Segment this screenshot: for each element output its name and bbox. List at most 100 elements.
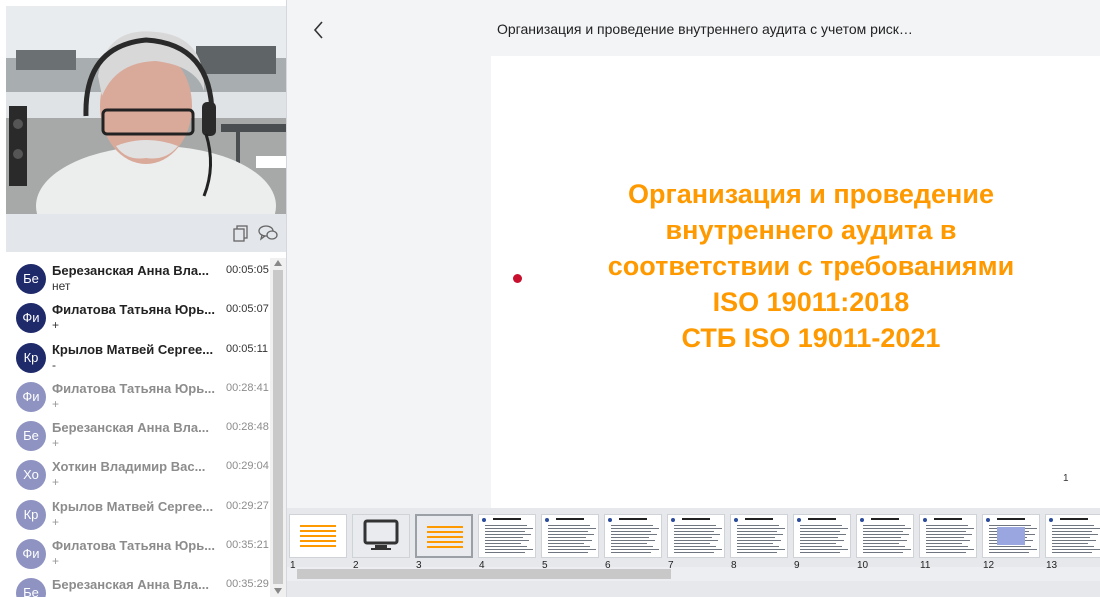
chat-message[interactable]: Бе Березанская Анна Вла... 00:05:05 нет xyxy=(6,258,270,297)
slide-thumbnail[interactable] xyxy=(667,514,725,558)
chat-message[interactable]: Бе Березанская Анна Вла... 00:35:29 + xyxy=(6,572,270,597)
thumbnail-number: 2 xyxy=(353,560,359,571)
thumbnail-number: 12 xyxy=(983,560,995,571)
sender-name: Хоткин Владимир Вас... xyxy=(52,459,206,475)
scroll-down-arrow-icon[interactable] xyxy=(274,588,282,594)
thumbnail-number: 13 xyxy=(1046,560,1058,571)
avatar: Кр xyxy=(16,342,46,373)
presentation-header: Организация и проведение внутреннего ауд… xyxy=(287,0,1100,56)
thumbnail-preview xyxy=(482,518,533,553)
message-text: + xyxy=(52,554,60,569)
sender-name: Крылов Матвей Сергее... xyxy=(52,341,214,357)
slide-thumbnail[interactable] xyxy=(604,514,662,558)
message-time: 00:28:48 xyxy=(226,421,269,434)
copy-icon[interactable] xyxy=(232,224,252,244)
thumbnail-preview xyxy=(986,518,1037,553)
slide-title-line: ISO 19011:2018 xyxy=(712,287,910,317)
message-text: + xyxy=(52,593,59,597)
slide-thumbnail[interactable] xyxy=(919,514,977,558)
avatar: Фи xyxy=(16,303,46,334)
chat-message[interactable]: Бе Березанская Анна Вла... 00:28:48 + xyxy=(6,415,270,454)
chat-message[interactable]: Фи Филатова Татьяна Юрь... 00:28:41 + xyxy=(6,376,270,415)
sender-name: Филатова Татьяна Юрь... xyxy=(52,380,216,396)
sender-name: Филатова Татьяна Юрь... xyxy=(52,538,216,554)
chat-message[interactable]: Фи Филатова Татьяна Юрь... 00:35:21 + xyxy=(6,533,270,572)
thumbnail-number: 3 xyxy=(416,560,422,571)
chat-message[interactable]: Кр Крылов Матвей Сергее... 00:05:11 - xyxy=(6,337,270,376)
slide-thumbnail[interactable] xyxy=(730,514,788,558)
chat-message[interactable]: Фи Филатова Татьяна Юрь... 00:05:07 + xyxy=(6,297,270,336)
sender-name: Березанская Анна Вла... xyxy=(52,420,209,436)
avatar: Бе xyxy=(16,264,46,294)
left-panel: Бе Березанская Анна Вла... 00:05:05 нет Фи Фи… xyxy=(0,0,287,597)
slide-thumbnail[interactable] xyxy=(982,514,1040,558)
thumbnail-preview xyxy=(545,518,596,553)
thumbnail-preview xyxy=(860,518,911,553)
slide-thumbnail[interactable] xyxy=(289,514,347,558)
thumbnail-number: 8 xyxy=(731,560,737,571)
message-time: 00:28:41 xyxy=(226,381,269,394)
avatar: Бе xyxy=(16,578,46,597)
slide-title-line: Организация и проведение xyxy=(628,179,994,209)
message-time: 00:35:21 xyxy=(226,539,269,552)
chat-list[interactable]: Бе Березанская Анна Вла... 00:05:05 нет Фи Фи… xyxy=(6,258,270,597)
message-text: + xyxy=(52,514,60,529)
webcam-frame xyxy=(6,6,286,214)
avatar: Фи xyxy=(16,539,46,570)
thumbnail-preview xyxy=(671,518,722,553)
slide-title-line: соответствии с требованиями xyxy=(607,251,1015,281)
avatar: Хо xyxy=(16,460,46,491)
slide-title: Организация и проведение внутреннего ауд… xyxy=(531,176,1091,356)
monitor-icon xyxy=(363,519,399,550)
message-text: + xyxy=(52,436,60,451)
slide-thumbnail[interactable] xyxy=(856,514,914,558)
thumbnail-number: 6 xyxy=(605,560,611,571)
webcam-video xyxy=(6,6,286,214)
slide-thumbnail[interactable] xyxy=(352,514,410,558)
slide-thumbnail[interactable] xyxy=(478,514,536,558)
message-time: 00:35:29 xyxy=(226,578,269,591)
slide-page-number: 1 xyxy=(1063,473,1069,484)
sender-name: Березанская Анна Вла... xyxy=(52,263,209,278)
slide-thumbnail[interactable] xyxy=(793,514,851,558)
laser-pointer-dot xyxy=(513,274,522,283)
back-chevron-icon[interactable] xyxy=(309,18,329,42)
message-text: + xyxy=(52,475,60,490)
thumbnail-preview xyxy=(797,518,848,553)
thumbnail-preview xyxy=(1049,518,1100,553)
presentation-title: Организация и проведение внутреннего ауд… xyxy=(497,21,913,37)
message-text: нет xyxy=(52,279,71,293)
slide-thumbnail[interactable] xyxy=(1045,514,1100,558)
thumbnail-preview xyxy=(923,518,974,553)
message-text: + xyxy=(52,396,60,411)
thumbnail-scrollbar[interactable] xyxy=(287,567,1100,581)
chat-scroll-thumb[interactable] xyxy=(273,270,283,584)
sender-name: Филатова Татьяна Юрь... xyxy=(52,302,216,318)
avatar: Фи xyxy=(16,381,46,412)
message-text: - xyxy=(52,357,56,372)
message-time: 00:05:05 xyxy=(226,264,269,276)
slide-thumbnail[interactable] xyxy=(541,514,599,558)
thumbnail-preview xyxy=(734,518,785,553)
chat-message[interactable]: Хо Хоткин Владимир Вас... 00:29:04 + xyxy=(6,454,270,493)
chat-icon[interactable] xyxy=(258,224,278,244)
chat-scrollbar[interactable] xyxy=(270,258,286,597)
slide-title-line: внутреннего аудита в xyxy=(665,215,957,245)
message-time: 00:29:27 xyxy=(226,499,269,512)
message-time: 00:05:11 xyxy=(226,342,269,355)
message-time: 00:05:07 xyxy=(226,303,269,316)
slide-view: Организация и проведение внутреннего ауд… xyxy=(491,56,1100,508)
slide-thumbnail[interactable] xyxy=(415,514,473,558)
slide-title-line: СТБ ISO 19011-2021 xyxy=(681,323,941,353)
thumbnail-number: 7 xyxy=(668,560,674,571)
sender-name: Березанская Анна Вла... xyxy=(52,577,209,593)
message-text: + xyxy=(52,318,60,333)
sender-name: Крылов Матвей Сергее... xyxy=(52,498,214,514)
slide-thumbnail-strip: 1 2 3 4 5 6 7 8 9 10 11 12 13 xyxy=(287,508,1100,597)
thumbnail-preview xyxy=(608,518,659,553)
chat-message[interactable]: Кр Крылов Матвей Сергее... 00:29:27 + xyxy=(6,494,270,533)
thumbnail-number: 10 xyxy=(857,560,869,571)
thumbnail-preview xyxy=(300,525,336,547)
avatar: Бе xyxy=(16,421,46,452)
scroll-up-arrow-icon[interactable] xyxy=(274,260,282,266)
